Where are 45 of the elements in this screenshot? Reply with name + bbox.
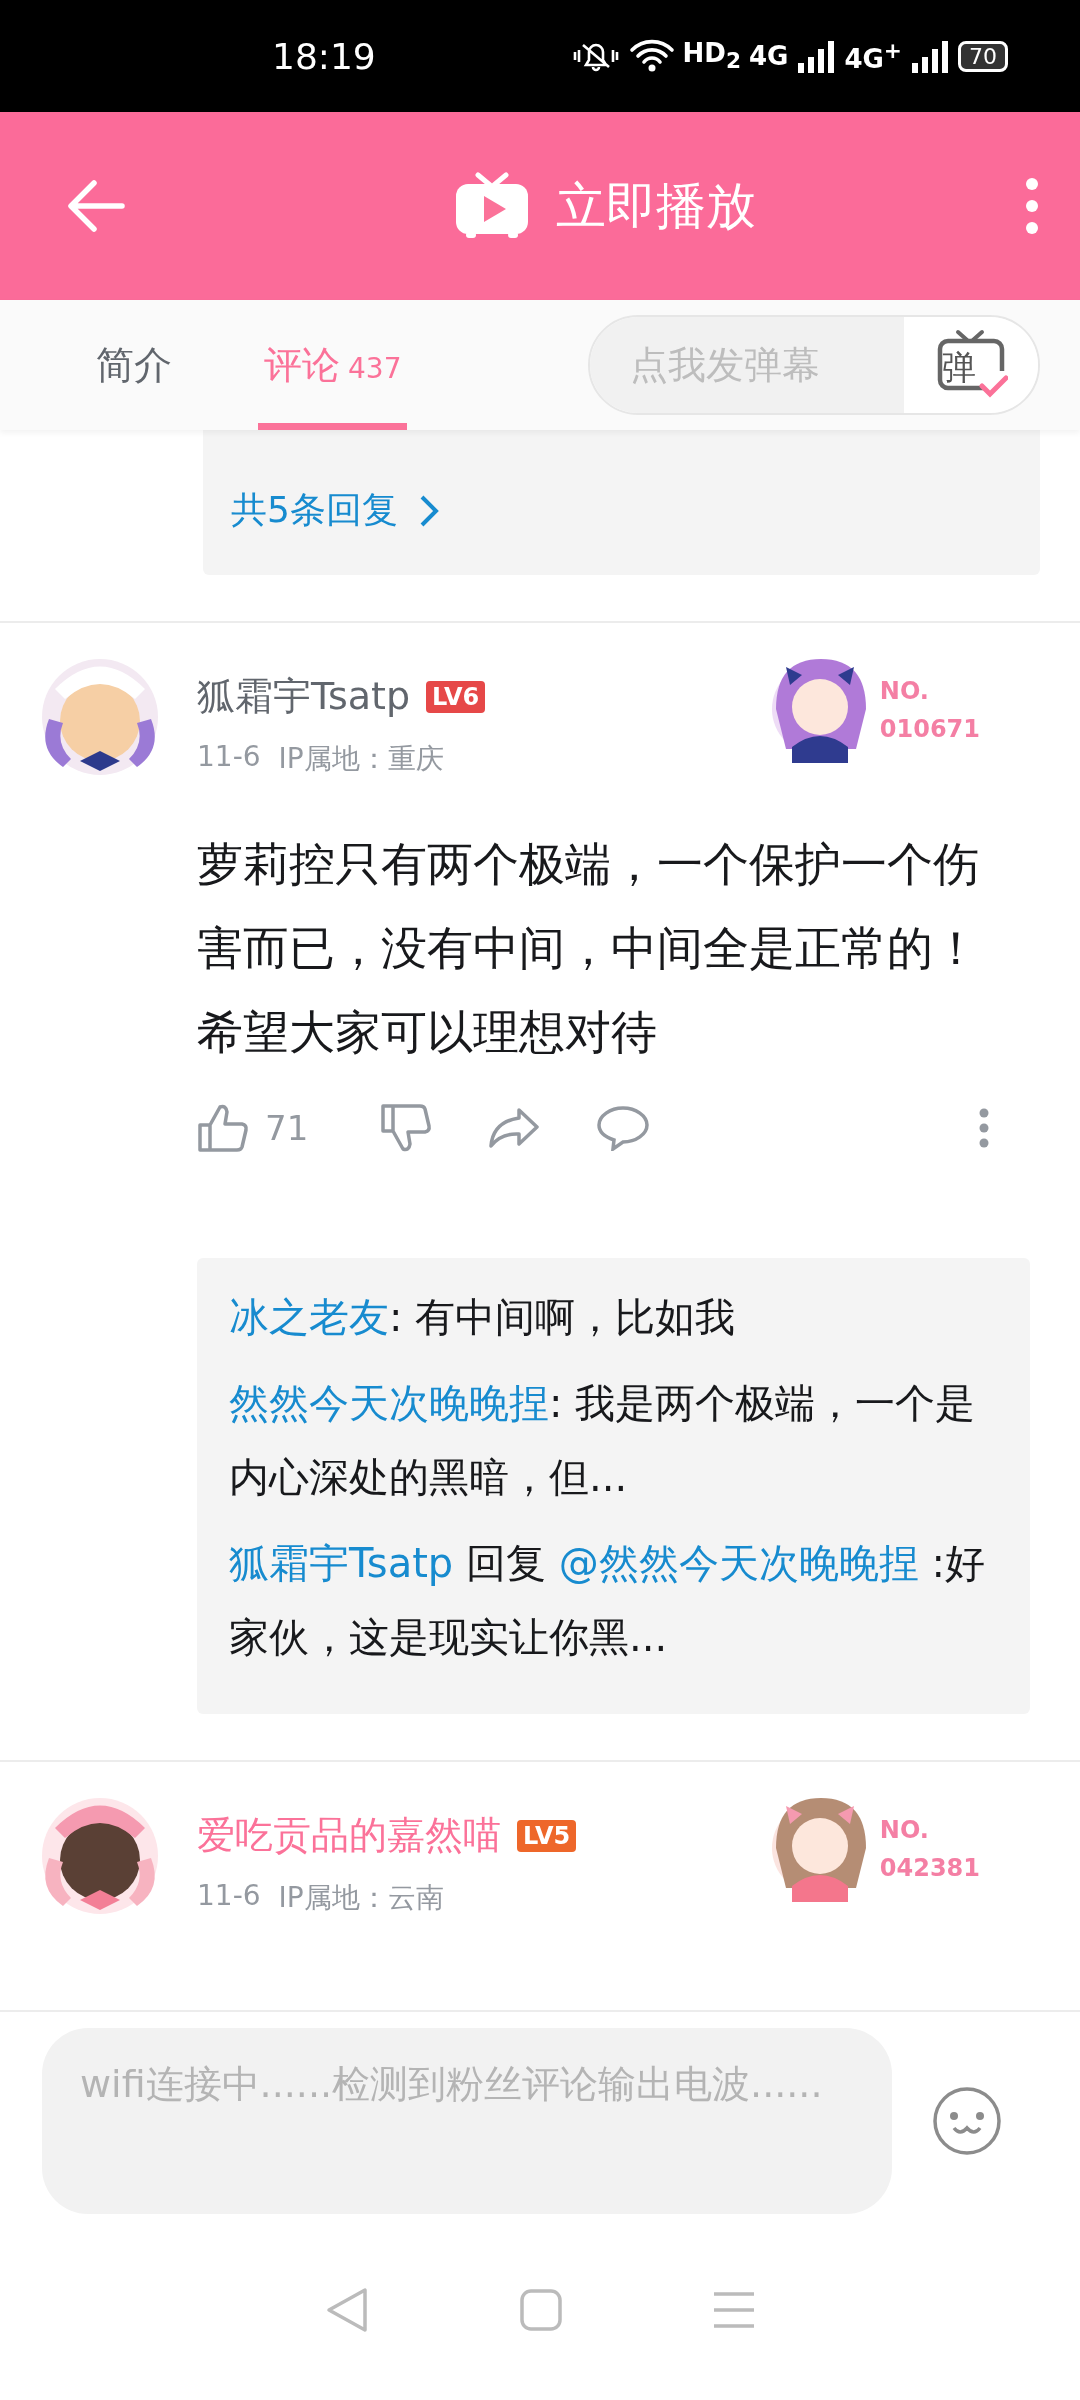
fan-badge-label: NO.: [879, 677, 930, 705]
fan-badge-number: 042381: [879, 1854, 980, 1882]
network-label: 4G$^{+}$: [844, 38, 902, 74]
level-badge: LV6: [426, 680, 486, 713]
status-time: 18:19: [272, 35, 376, 77]
home-nav-icon[interactable]: [520, 2289, 562, 2331]
ip-location: IP属地：重庆: [278, 741, 444, 777]
back-arrow-icon[interactable]: [66, 179, 126, 233]
signal-icon: [796, 39, 837, 73]
back-nav-icon[interactable]: [325, 2286, 370, 2334]
reply-username[interactable]: 冰之老友: [229, 1294, 389, 1340]
mention-link[interactable]: @然然今天次晚晚捏: [558, 1540, 919, 1586]
reply-username[interactable]: 狐霜宇Tsatp: [229, 1540, 454, 1586]
username[interactable]: 狐霜宇Tsatp: [197, 671, 411, 722]
emoji-icon[interactable]: [932, 2086, 1002, 2156]
more-options-icon[interactable]: [978, 1107, 990, 1149]
like-count: 71: [265, 1108, 310, 1148]
reply-text[interactable]: 冰之老友: 有中间啊，比如我: [229, 1280, 1002, 1354]
fan-badge-label: NO.: [879, 1816, 930, 1844]
level-badge: LV5: [517, 1819, 577, 1852]
comment-input-field[interactable]: wifi连接中......检测到粉丝评论输出电波......: [42, 2028, 892, 2214]
more-replies-link[interactable]: 共5条回复: [231, 486, 440, 535]
tab[interactable]: 简介: [90, 300, 178, 430]
reply-username[interactable]: 然然今天次晚晚捏: [229, 1380, 549, 1426]
thumbs-up-icon[interactable]: [197, 1103, 249, 1153]
tv-icon: [454, 172, 530, 240]
fan-badge-number: 010671: [879, 715, 980, 743]
header-title: 立即播放: [556, 175, 756, 237]
menu-nav-icon[interactable]: [712, 2291, 755, 2329]
signal-icon: [910, 39, 950, 73]
reply-text[interactable]: 然然今天次晚晚捏: 我是两个极端，一个是内心深处的黑暗，但...: [229, 1366, 1002, 1514]
thumbs-down-icon[interactable]: [380, 1103, 432, 1153]
network-label: 4G: [748, 41, 789, 71]
ip-location: IP属地：云南: [278, 1880, 444, 1916]
comment-date: 11-6: [197, 740, 261, 775]
username[interactable]: 爱吃贡品的嘉然喵: [197, 1810, 501, 1861]
comment-icon[interactable]: [596, 1105, 650, 1151]
wifi-icon: [628, 38, 675, 74]
reply-text[interactable]: 狐霜宇Tsatp 回复 @然然今天次晚晚捏 :好家伙，这是现实让你黑...: [229, 1526, 1002, 1674]
comment-date: 11-6: [197, 1879, 261, 1914]
battery-indicator: 70: [958, 40, 1008, 72]
comment-text: 萝莉控只有两个极端，一个保护一个伤害而已，没有中间，中间全是正常的！希望大家可以理想对待: [197, 836, 980, 1061]
network-label: HD$_{2}$: [682, 38, 741, 74]
share-icon[interactable]: [487, 1106, 541, 1150]
more-icon[interactable]: [1024, 177, 1040, 235]
